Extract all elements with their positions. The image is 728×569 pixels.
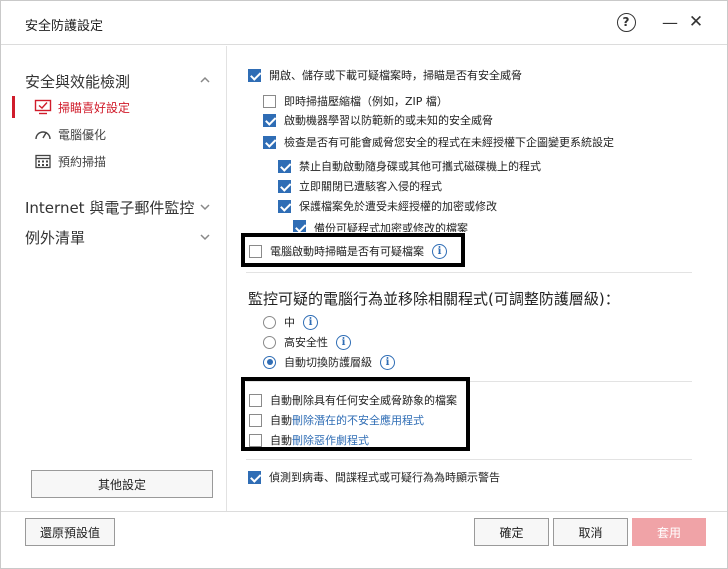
divider [246,459,692,460]
sidebar-item-label: 預約掃描 [58,154,107,169]
checkbox[interactable] [249,393,262,407]
monitor-section-title: 監控可疑的電腦行為並移除相關程式(可調整防護層級)： [248,290,620,308]
option-label: 自動刪除具有任何安全威脅跡象的檔案 [270,394,457,407]
option-label: 啟動機器學習以防範新的或未知的安全威脅 [284,114,493,127]
cancel-button[interactable]: 取消 [553,518,628,546]
radio-label: 自動切換防護層級 [284,356,372,369]
other-settings-button[interactable]: 其他設定 [31,470,213,498]
option-show-warning[interactable]: 偵測到病毒、間諜程式或可疑行為為時顯示警告 [248,468,500,486]
radio-label: 高安全性 [284,336,328,349]
window-title: 安全防護設定 [25,19,104,34]
checkbox[interactable] [263,113,276,127]
option-label: 禁止自動啟動隨身碟或其他可攜式磁碟機上的程式 [299,160,541,173]
option-label-prefix: 自動 [270,434,292,447]
checkbox[interactable] [263,135,276,149]
sidebar-item-pc-optimization[interactable]: 電腦優化 [34,124,106,144]
radio-label: 中 [284,316,295,329]
minimize-button[interactable]: — [657,9,683,35]
option-auto-delete-pua[interactable]: 自動 刪除潛在的不安全應用程式 [249,411,424,429]
joke-program-link[interactable]: 刪除惡作劇程式 [292,432,369,448]
checkbox[interactable] [248,470,261,484]
option-auto-delete-threats[interactable]: 自動刪除具有任何安全威脅跡象的檔案 [249,391,457,409]
chevron-up-icon[interactable] [199,74,211,86]
active-indicator [12,96,15,118]
checkbox[interactable] [249,433,262,447]
sidebar-item-scheduled-scan[interactable]: 預約掃描 [34,151,106,171]
sidebar-item-label: 電腦優化 [58,127,107,142]
help-icon: ? [616,12,636,32]
option-label: 電腦啟動時掃瞄是否有可疑檔案 [270,245,424,258]
option-scan-suspicious[interactable]: 開啟、儲存或下載可疑檔案時，掃瞄是否有安全威脅 [248,66,522,84]
apply-button[interactable]: 套用 [632,518,706,546]
help-button[interactable]: ? [613,9,639,35]
sidebar-item-scan-preferences[interactable]: 掃瞄喜好設定 [34,97,130,117]
info-icon[interactable]: i [380,354,395,370]
info-icon[interactable]: i [432,243,447,259]
ok-button[interactable]: 確定 [474,518,549,546]
radio-button[interactable] [263,315,276,329]
radio-button[interactable] [263,335,276,349]
nav-security-performance[interactable]: 安全與效能檢測 [25,71,130,92]
nav-exceptions[interactable]: 例外清單 [25,227,85,248]
footer: 還原預設值 確定 取消 套用 [1,511,727,569]
nav-internet-email[interactable]: Internet 與電子郵件監控 [25,197,194,218]
monitor-check-icon [34,98,52,116]
radio-high-security[interactable]: 高安全性 i [263,333,351,351]
close-button[interactable]: ✕ [683,9,709,35]
option-auto-delete-joke[interactable]: 自動 刪除惡作劇程式 [249,431,369,449]
restore-defaults-button[interactable]: 還原預設值 [25,518,115,546]
option-close-hijacked[interactable]: 立即關閉已遭駭客入侵的程式 [278,177,442,195]
divider [246,272,692,273]
gauge-icon [34,125,52,143]
radio-medium[interactable]: 中 i [263,313,318,331]
title-bar: 安全防護設定 ? — ✕ [1,1,727,45]
chevron-down-icon[interactable] [199,201,211,213]
checkbox[interactable] [278,179,291,193]
option-scan-archives[interactable]: 即時掃描壓縮檔（例如，ZIP 檔） [263,92,448,110]
checkbox[interactable] [278,159,291,173]
radio-button[interactable] [263,355,276,369]
checkbox[interactable] [278,199,291,213]
sidebar: 安全與效能檢測 掃瞄喜好設定 電腦優化 預約掃描 Internet 與電子郵件監… [1,46,227,511]
option-label: 檢查是否有可能會威脅您安全的程式在未經授權下企圖變更系統設定 [284,136,614,149]
option-block-autorun[interactable]: 禁止自動啟動隨身碟或其他可攜式磁碟機上的程式 [278,157,541,175]
option-check-system-changes[interactable]: 檢查是否有可能會威脅您安全的程式在未經授權下企圖變更系統設定 [263,133,614,151]
radio-auto-switch[interactable]: 自動切換防護層級 i [263,353,395,371]
nav-section-label: Internet 與電子郵件監控 [25,199,195,217]
option-label-prefix: 自動 [270,414,292,427]
checkbox[interactable] [263,94,276,108]
pua-link[interactable]: 刪除潛在的不安全應用程式 [292,412,424,428]
option-label: 備份可疑程式加密或修改的檔案 [314,222,468,232]
option-label: 立即關閉已遭駭客入侵的程式 [299,180,442,193]
option-label: 保護檔案免於遭受未經授權的加密或修改 [299,200,497,213]
sidebar-item-label: 掃瞄喜好設定 [58,100,131,115]
option-protect-files[interactable]: 保護檔案免於遭受未經授權的加密或修改 [278,197,497,215]
info-icon[interactable]: i [303,314,318,330]
calendar-icon [34,152,52,170]
checkbox[interactable] [249,413,262,427]
minimize-icon: — [662,12,678,32]
nav-section-label: 安全與效能檢測 [25,73,131,91]
option-label: 開啟、儲存或下載可疑檔案時，掃瞄是否有安全威脅 [269,69,522,82]
checkbox[interactable] [249,244,262,258]
settings-window: 安全防護設定 ? — ✕ 安全與效能檢測 掃瞄喜好設定 電腦優化 預約掃描 In… [0,0,728,569]
info-icon[interactable]: i [336,334,351,350]
option-label: 偵測到病毒、間諜程式或可疑行為為時顯示警告 [269,471,500,484]
option-backup-files[interactable]: 備份可疑程式加密或修改的檔案 [293,220,468,232]
chevron-down-icon[interactable] [199,231,211,243]
option-label: 即時掃描壓縮檔（例如，ZIP 檔） [284,95,448,108]
close-icon: ✕ [688,12,704,32]
option-machine-learning[interactable]: 啟動機器學習以防範新的或未知的安全威脅 [263,111,493,129]
settings-content: 開啟、儲存或下載可疑檔案時，掃瞄是否有安全威脅 即時掃描壓縮檔（例如，ZIP 檔… [228,46,727,511]
checkbox[interactable] [248,68,261,82]
option-startup-scan[interactable]: 電腦啟動時掃瞄是否有可疑檔案 i [249,242,447,260]
checkbox[interactable] [293,220,306,232]
nav-section-label: 例外清單 [25,229,86,247]
